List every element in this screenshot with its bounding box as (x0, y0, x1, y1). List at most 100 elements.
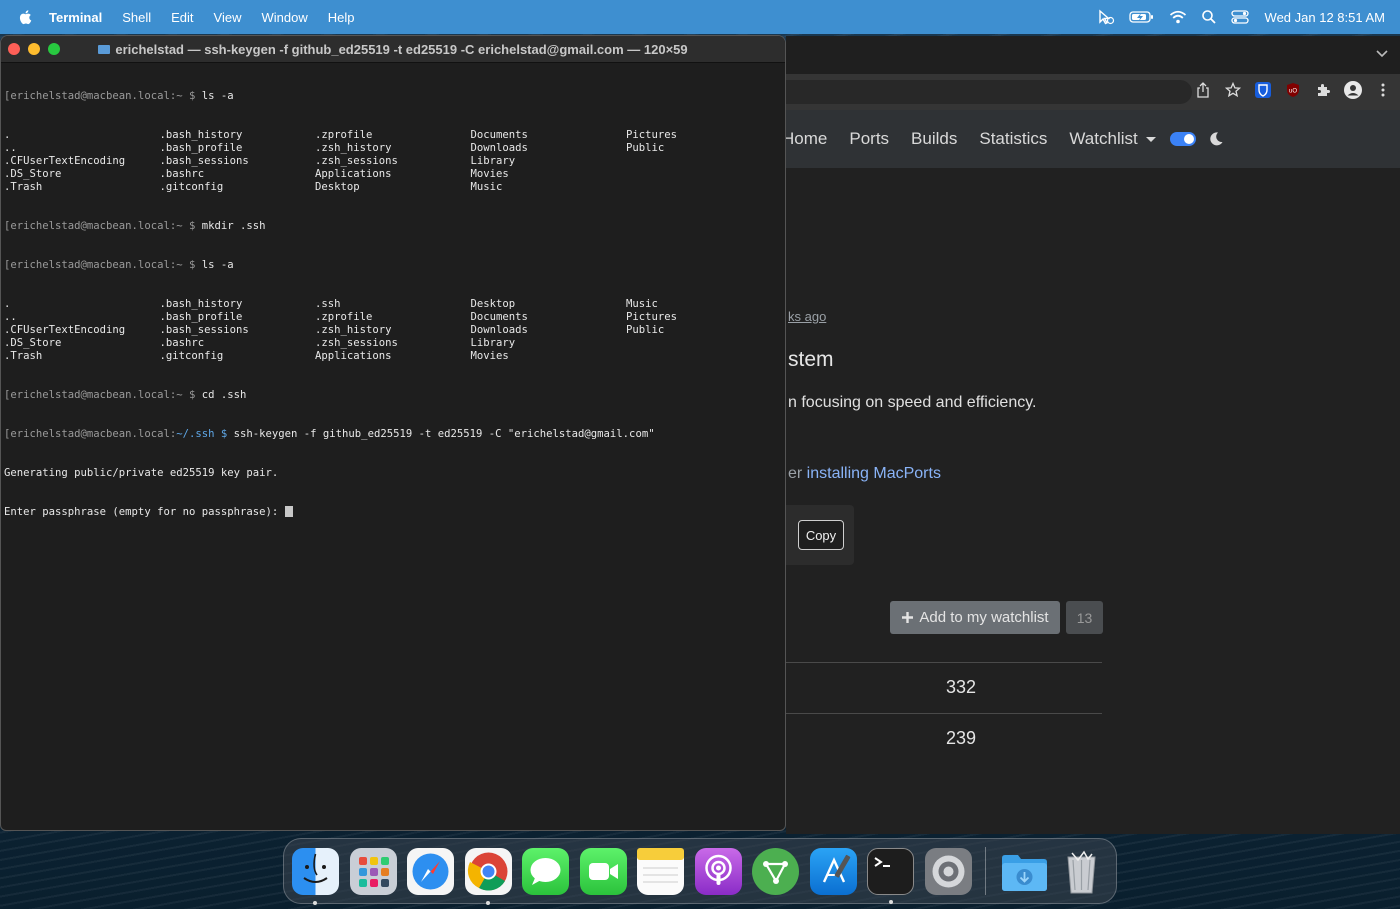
svg-text:uO: uO (1289, 89, 1297, 95)
nav-builds[interactable]: Builds (911, 129, 957, 149)
listing-entry: Pictures (626, 311, 678, 323)
podcasts-icon[interactable] (694, 847, 742, 895)
nav-statistics[interactable]: Statistics (979, 129, 1047, 149)
profile-icon[interactable] (1344, 81, 1362, 99)
downloads-folder-icon[interactable] (1000, 848, 1047, 895)
trash-icon[interactable] (1058, 848, 1105, 895)
menu-window[interactable]: Window (262, 10, 308, 25)
installing-macports-link[interactable]: installing MacPorts (807, 465, 941, 482)
listing-entry: .zsh_sessions (315, 337, 398, 349)
shell-prompt-path: ~/.ssh $ (176, 428, 228, 440)
watchlist-count-badge: 13 (1066, 601, 1103, 634)
tab-search-chevron-icon[interactable] (1376, 50, 1388, 58)
listing-entry: .CFUserTextEncoding (4, 155, 126, 167)
listing-entry: .ssh (315, 298, 341, 310)
safari-icon[interactable] (407, 847, 454, 895)
listing-entry: Library (470, 155, 516, 167)
extensions-icon[interactable] (1314, 81, 1332, 99)
listing-entry: .bash_profile (159, 142, 243, 154)
bitwarden-icon[interactable] (1254, 81, 1272, 99)
terminal-title-text: erichelstad — ssh-keygen -f github_ed255… (115, 41, 688, 57)
system-preferences-icon[interactable] (924, 847, 972, 895)
last-updated-link[interactable]: ks ago (788, 309, 826, 324)
menubar-clock[interactable]: Wed Jan 12 8:51 AM (1265, 10, 1385, 25)
menu-view[interactable]: View (214, 10, 242, 25)
dock-separator (985, 847, 986, 895)
port-description: n focusing on speed and efficiency. (788, 394, 1037, 411)
menu-shell[interactable]: Shell (122, 10, 151, 25)
copy-button[interactable]: Copy (798, 520, 844, 550)
listing-entry: Music (470, 181, 503, 193)
add-to-watchlist-label: Add to my watchlist (919, 609, 1049, 626)
control-center-icon[interactable] (1230, 9, 1249, 25)
listing-entry: .CFUserTextEncoding (4, 324, 126, 336)
menu-app-terminal[interactable]: Terminal (49, 10, 102, 25)
address-bar[interactable] (786, 80, 1192, 104)
spotlight-search-icon[interactable] (1201, 9, 1217, 25)
port-page-content: ks ago stem n focusing on speed and effi… (786, 168, 1400, 834)
cursor-icon[interactable] (1097, 9, 1115, 25)
folder-icon (98, 44, 111, 54)
shell-command: ls -a (195, 90, 234, 102)
menu-help[interactable]: Help (328, 10, 355, 25)
browser-toolbar: uO (786, 74, 1400, 110)
browser-window: uO Home Ports Builds Statistics Watchlis… (786, 36, 1400, 834)
listing-entry: .gitconfig (159, 350, 224, 362)
moon-icon (1210, 132, 1223, 146)
battery-icon[interactable] (1128, 10, 1155, 24)
terminal-titlebar[interactable]: erichelstad — ssh-keygen -f github_ed255… (1, 36, 785, 63)
shell-prompt-user: [erichelstad@macbean.local: (4, 428, 177, 440)
listing-entry: .bash_profile (159, 311, 243, 323)
listing-row: . .bash_history .ssh Desktop Music (4, 298, 785, 311)
passphrase-prompt: Enter passphrase (empty for no passphras… (4, 506, 285, 518)
command-output: Generating public/private ed25519 key pa… (4, 467, 279, 479)
listing-entry: Library (470, 337, 516, 349)
terminal-app-icon[interactable] (867, 847, 914, 904)
xcode-icon[interactable] (809, 847, 857, 895)
terminal-title: erichelstad — ssh-keygen -f github_ed255… (1, 42, 785, 57)
nav-watchlist-label: Watchlist (1069, 129, 1138, 148)
listing-entry: .gitconfig (159, 181, 224, 193)
nav-ports[interactable]: Ports (849, 129, 889, 149)
listing-row: . .bash_history .zprofile Documents Pictures (4, 129, 785, 142)
apple-menu-icon[interactable] (17, 8, 35, 26)
shell-command: ls -a (195, 259, 234, 271)
listing-entry: .bash_history (159, 298, 243, 310)
messages-icon[interactable] (522, 847, 569, 895)
listing-entry: Public (626, 324, 665, 336)
listing-entry: Movies (470, 350, 509, 362)
chrome-icon[interactable] (464, 847, 512, 905)
share-icon[interactable] (1194, 81, 1212, 99)
bookmark-star-icon[interactable] (1224, 81, 1242, 99)
listing-entry: Pictures (626, 129, 678, 141)
facetime-icon[interactable] (579, 847, 627, 895)
listing-entry: Documents (470, 311, 528, 323)
listing-entry: .zsh_history (315, 142, 392, 154)
listing-entry: .Trash (4, 181, 43, 193)
terminal-line: [erichelstad@macbean.local:~ $ cd .ssh (4, 389, 785, 402)
nav-watchlist[interactable]: Watchlist (1069, 129, 1156, 149)
wifi-icon[interactable] (1169, 10, 1187, 24)
site-navbar: Home Ports Builds Statistics Watchlist (786, 110, 1400, 168)
directory-listing: . .bash_history .zprofile Documents Pictures… (4, 129, 785, 194)
listing-entry: .. (4, 311, 17, 323)
dock (283, 838, 1117, 905)
more-menu-icon[interactable] (1374, 81, 1392, 99)
listing-row: .CFUserTextEncoding .bash_sessions .zsh_se… (4, 155, 785, 168)
text-cursor (284, 506, 293, 517)
notes-icon[interactable] (637, 847, 684, 895)
add-to-watchlist-button[interactable]: Add to my watchlist (890, 601, 1060, 634)
listing-row: .Trash .gitconfig Applications Movies (4, 350, 785, 363)
launchpad-icon[interactable] (349, 847, 397, 895)
listing-row: .. .bash_profile .zprofile Documents Picture… (4, 311, 785, 324)
finder-icon[interactable] (292, 847, 339, 905)
terminal-output[interactable]: [erichelstad@macbean.local:~ $ ls -a . .b… (4, 64, 785, 830)
terminal-window[interactable]: erichelstad — ssh-keygen -f github_ed255… (0, 35, 786, 831)
nav-home[interactable]: Home (786, 129, 827, 149)
ublock-icon[interactable]: uO (1284, 81, 1302, 99)
vectorworks-icon[interactable] (752, 847, 799, 895)
menu-edit[interactable]: Edit (171, 10, 193, 25)
listing-entry: Desktop (315, 181, 360, 193)
listing-row: .. .bash_profile .zsh_history Downloads Publ… (4, 142, 785, 155)
theme-toggle[interactable] (1169, 132, 1196, 146)
